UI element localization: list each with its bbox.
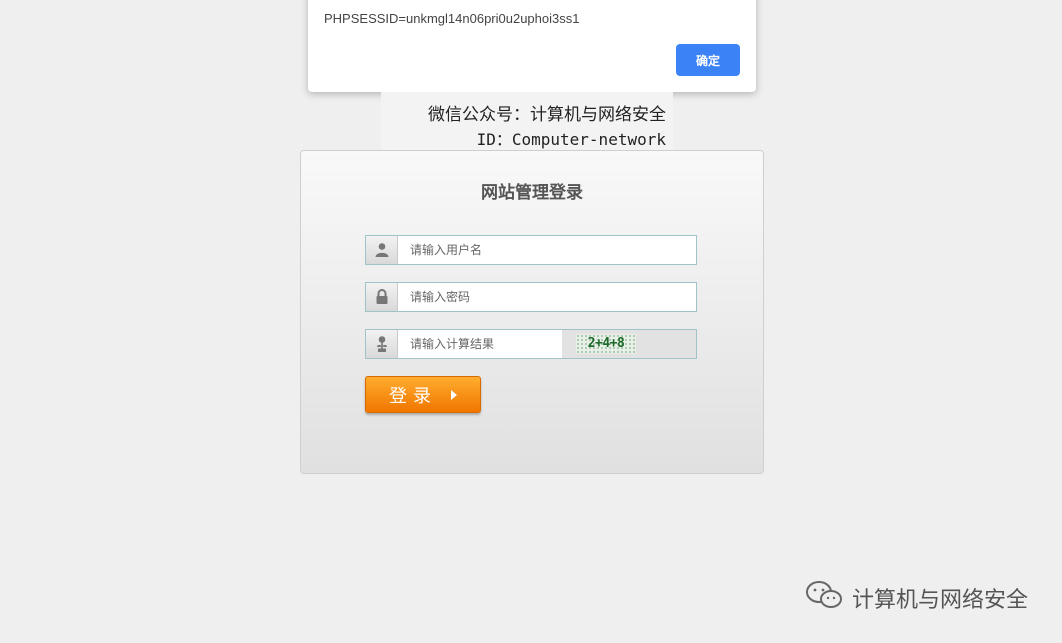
captcha-field-group: 2+4+8 (365, 329, 697, 359)
captcha-image[interactable]: 2+4+8 (576, 334, 636, 354)
flower-icon (366, 330, 398, 358)
brand-text: 计算机与网络安全 (851, 588, 1028, 613)
brand-watermark: 计算机与网络安全 (804, 580, 1028, 616)
lock-icon (366, 283, 398, 311)
username-field-group (365, 235, 697, 265)
username-input[interactable] (398, 236, 696, 264)
alert-message: PHPSESSID=unkmgl14n06pri0u2uphoi3ss1 (324, 11, 580, 26)
user-icon (366, 236, 398, 264)
alert-ok-button[interactable]: 确定 (676, 44, 740, 76)
alert-dialog: PHPSESSID=unkmgl14n06pri0u2uphoi3ss1 确定 (308, 0, 756, 92)
watermark-line-2: ID：Computer-network (476, 130, 666, 149)
wechat-icon (804, 580, 844, 616)
wechat-watermark: 微信公众号：计算机与网络安全 ID：Computer-network (381, 92, 673, 150)
login-panel: 网站管理登录 2+4 (300, 150, 764, 474)
page-title: 网站管理登录 (481, 183, 583, 203)
captcha-input[interactable] (398, 330, 562, 358)
login-button-label: 登录 (389, 385, 437, 407)
login-button[interactable]: 登录 (365, 376, 481, 413)
password-input[interactable] (398, 283, 696, 311)
password-field-group (365, 282, 697, 312)
arrow-right-icon (451, 389, 457, 400)
watermark-line-1: 微信公众号：计算机与网络安全 (428, 105, 666, 125)
